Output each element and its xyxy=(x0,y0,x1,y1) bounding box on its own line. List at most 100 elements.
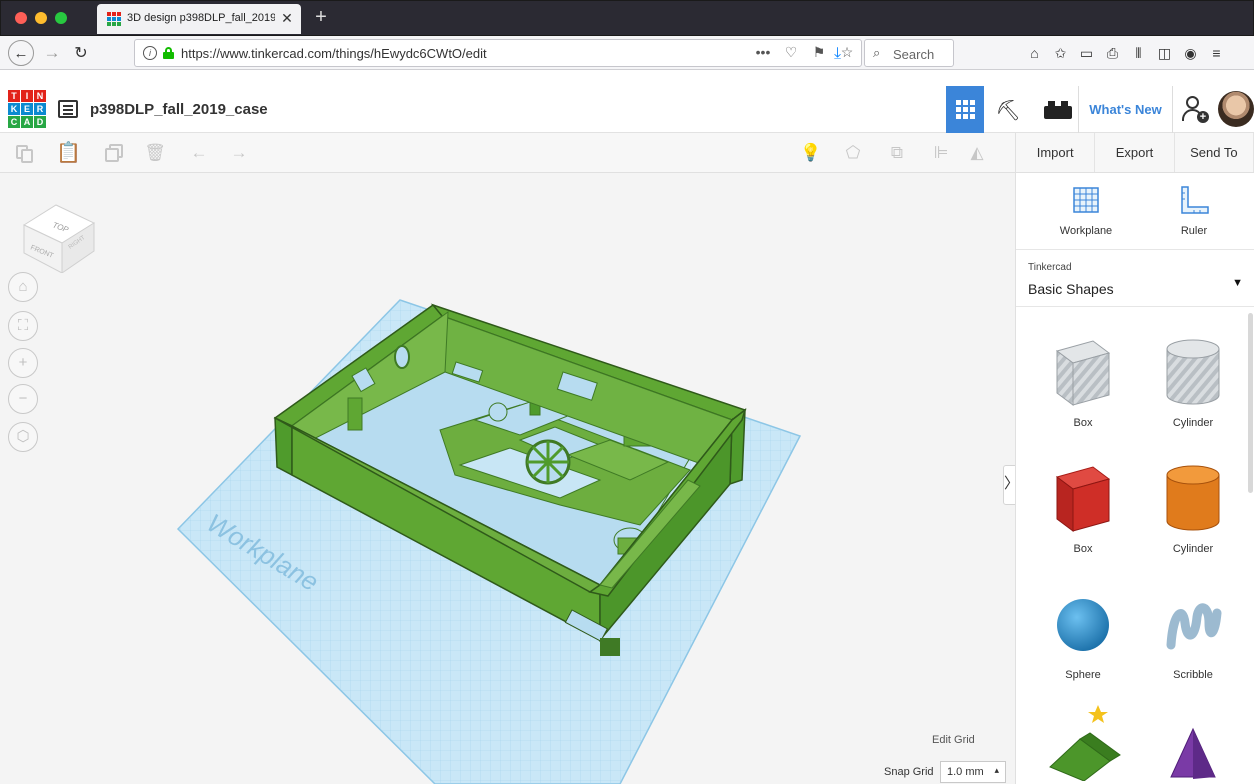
sidebar-icon[interactable]: ◫ xyxy=(1156,45,1173,62)
page-actions-icon[interactable]: ••• xyxy=(755,44,771,61)
scribble-icon xyxy=(1166,603,1222,650)
forward-button[interactable]: → xyxy=(42,40,62,66)
screenshot-icon[interactable]: ▭ xyxy=(1078,45,1095,62)
pocket-icon[interactable]: ♡ xyxy=(783,44,799,61)
group-icon[interactable]: ⧉ xyxy=(886,142,908,164)
lock-icon xyxy=(163,47,174,59)
cylinder-orange-icon xyxy=(1166,465,1220,531)
library-provider: Tinkercad xyxy=(1028,262,1072,273)
site-info-icon[interactable]: i xyxy=(143,46,157,60)
url-bar[interactable]: i https://www.tinkercad.com/things/hEwyd… xyxy=(134,39,862,67)
zoom-out-button[interactable]: − xyxy=(8,384,38,414)
ruler-tool-label: Ruler xyxy=(1180,225,1208,237)
undo-icon[interactable]: ← xyxy=(188,142,210,164)
browser-tab[interactable]: 3D design p398DLP_fall_2019_c ✕ xyxy=(97,4,301,34)
edit-grid-button[interactable]: Edit Grid xyxy=(932,734,975,746)
shape-roof[interactable] xyxy=(1028,701,1138,781)
logo-letter: N xyxy=(34,90,46,102)
library-icon[interactable]: ⫴ xyxy=(1130,45,1147,62)
view-cube[interactable]: TOP FRONT RIGHT xyxy=(18,193,102,273)
workplane-tool-button[interactable]: Workplane xyxy=(1036,185,1136,237)
add-user-icon[interactable]: + xyxy=(1180,96,1210,126)
shape-label: Cylinder xyxy=(1172,417,1214,429)
action-bar: Import Export Send To xyxy=(1015,133,1254,173)
library-name: Basic Shapes xyxy=(1028,281,1114,297)
url-text[interactable]: https://www.tinkercad.com/things/hEwydc6… xyxy=(181,46,487,61)
send-to-button[interactable]: Send To xyxy=(1175,133,1254,172)
box-red-icon xyxy=(1055,466,1111,532)
export-button[interactable]: Export xyxy=(1095,133,1175,172)
3d-view-button[interactable] xyxy=(946,86,984,133)
home-icon[interactable]: ⌂ xyxy=(1026,45,1043,62)
copy-icon[interactable] xyxy=(14,142,36,164)
shape-cylinder-striped[interactable]: Cylinder xyxy=(1138,331,1248,429)
account-icon[interactable]: ◉ xyxy=(1182,45,1199,62)
mirror-icon[interactable]: ◭ xyxy=(966,142,988,164)
search-placeholder: Search xyxy=(893,47,935,62)
menu-icon[interactable]: ≡ xyxy=(1208,45,1225,62)
duplicate-icon[interactable] xyxy=(103,142,125,164)
delete-icon[interactable]: 🗑 xyxy=(144,142,166,164)
redo-icon[interactable]: → xyxy=(228,142,250,164)
design-title[interactable]: p398DLP_fall_2019_case xyxy=(90,101,268,118)
minecraft-pickaxe-icon[interactable]: ⛏ xyxy=(995,98,1021,122)
logo-letter: E xyxy=(21,103,33,115)
chevron-down-icon: ▼ xyxy=(1232,277,1243,289)
shape-cone[interactable] xyxy=(1138,701,1248,781)
search-icon: ⌕ xyxy=(873,45,881,60)
snap-grid-label: Snap Grid xyxy=(884,766,934,778)
fit-view-button[interactable]: ⛶ xyxy=(8,311,38,341)
reload-button[interactable]: ↻ xyxy=(70,40,92,66)
snap-grid-select[interactable]: 1.0 mm ▴ xyxy=(940,761,1006,783)
print-icon[interactable]: ⎙ xyxy=(1104,45,1121,62)
browser-search-input[interactable]: ⌕ Search xyxy=(864,39,954,67)
import-button[interactable]: Import xyxy=(1016,133,1096,172)
home-view-button[interactable]: ⌂ xyxy=(8,272,38,302)
logo-letter: C xyxy=(8,116,20,128)
tinkercad-logo[interactable]: TIN KER CAD xyxy=(8,90,46,128)
shapes-panel: Workplane Ruler Tinkercad Basic Shapes ▼… xyxy=(1015,173,1254,784)
workplane-tool-label: Workplane xyxy=(1059,225,1113,237)
shape-box-red[interactable]: Box xyxy=(1028,457,1138,555)
shape-notes-icon[interactable]: ⬠ xyxy=(842,142,864,164)
bookmark-star-icon[interactable]: ☆ xyxy=(839,44,855,61)
bookmark-manage-icon[interactable]: ✩ xyxy=(1052,45,1069,62)
ruler-tool-button[interactable]: Ruler xyxy=(1144,185,1244,237)
new-tab-button[interactable]: + xyxy=(311,6,331,29)
tinkercad-favicon-icon xyxy=(107,12,121,26)
snap-grid-value: 1.0 mm xyxy=(947,766,984,778)
download-icon[interactable]: ⤓ xyxy=(834,45,841,63)
browser-titlebar: 3D design p398DLP_fall_2019_c ✕ + xyxy=(0,0,1254,36)
shape-label: Box xyxy=(1073,417,1093,429)
panel-scrollbar[interactable] xyxy=(1248,313,1253,493)
back-button[interactable]: ← xyxy=(8,40,34,66)
paste-icon[interactable]: 📋 xyxy=(56,142,81,164)
light-bulb-icon[interactable]: 💡 xyxy=(800,142,822,164)
3d-viewport[interactable]: Workplane TOP FRONT RIGHT ⌂ ⛶ + − ⬡ Edit… xyxy=(0,173,1015,784)
logo-letter: T xyxy=(8,90,20,102)
window-minimize-button[interactable] xyxy=(35,12,47,24)
flag-icon[interactable]: ⚑ xyxy=(811,44,827,61)
zoom-in-button[interactable]: + xyxy=(8,348,38,378)
grid-view-icon xyxy=(955,100,975,119)
star-icon xyxy=(1088,705,1108,723)
align-icon[interactable]: ⊫ xyxy=(930,142,952,164)
cylinder-striped-icon xyxy=(1166,339,1220,405)
tab-close-icon[interactable]: ✕ xyxy=(279,10,295,27)
ortho-toggle-button[interactable]: ⬡ xyxy=(8,422,38,452)
avatar[interactable] xyxy=(1218,91,1254,127)
window-maximize-button[interactable] xyxy=(55,12,67,24)
sphere-blue-icon xyxy=(1057,599,1109,651)
whats-new-button[interactable]: What's New xyxy=(1078,86,1173,133)
shape-cylinder-orange[interactable]: Cylinder xyxy=(1138,457,1248,555)
shape-scribble[interactable]: Scribble xyxy=(1138,583,1248,681)
brick-icon[interactable] xyxy=(1044,101,1072,119)
window-close-button[interactable] xyxy=(15,12,27,24)
shape-box-striped[interactable]: Box xyxy=(1028,331,1138,429)
ruler-icon xyxy=(1181,186,1209,214)
design-list-icon[interactable] xyxy=(58,100,78,118)
shape-library-select[interactable]: Tinkercad Basic Shapes ▼ xyxy=(1016,249,1254,307)
box-striped-icon xyxy=(1055,340,1111,406)
tab-title: 3D design p398DLP_fall_2019_c xyxy=(127,12,275,24)
shape-sphere[interactable]: Sphere xyxy=(1028,583,1138,681)
